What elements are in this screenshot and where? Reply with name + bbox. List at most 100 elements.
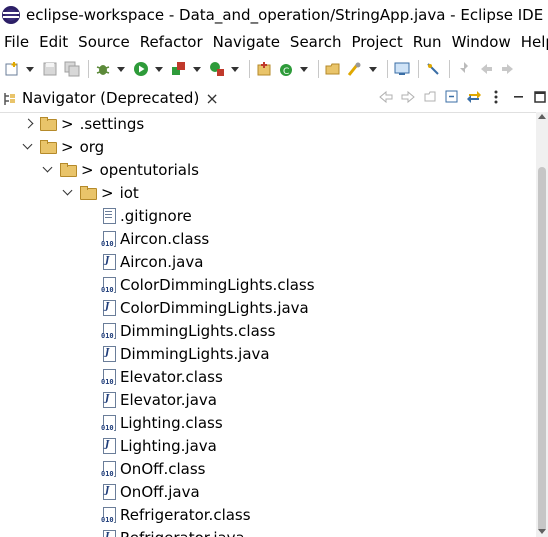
tree-item-label: DimmingLights.java [120, 344, 270, 363]
link-with-editor-icon[interactable] [466, 89, 482, 105]
run-icon[interactable] [133, 61, 149, 77]
new-dropdown-icon[interactable] [26, 66, 34, 72]
debug-dropdown-icon[interactable] [117, 66, 125, 72]
class-file-icon: 010 [101, 368, 116, 386]
maximize-icon[interactable] [532, 89, 548, 105]
class-file-icon: 010 [101, 460, 116, 478]
external-tools-icon[interactable] [209, 61, 225, 77]
tree-file-dimminglights-java[interactable]: J DimmingLights.java [102, 342, 270, 365]
tree-folder-org[interactable]: > org [22, 135, 104, 158]
scrollbar-thumb[interactable] [538, 167, 546, 532]
decoration-marker: > [101, 183, 114, 202]
external-tools-dropdown-icon[interactable] [231, 66, 239, 72]
search-icon[interactable] [347, 61, 363, 77]
debug-icon[interactable] [95, 61, 111, 77]
title-bar: eclipse-workspace - Data_and_operation/S… [0, 0, 548, 30]
tree-file-lighting-java[interactable]: J Lighting.java [102, 434, 217, 457]
tree-file-refrigerator-java[interactable]: J Refrigerator.java [102, 526, 245, 537]
back-arrow-icon[interactable] [378, 89, 394, 105]
tree-item-label: Refrigerator.class [120, 505, 251, 524]
menu-run[interactable]: Run [408, 33, 447, 51]
close-view-button[interactable]: × [205, 89, 218, 108]
chevron-down-icon[interactable] [22, 141, 34, 153]
tree-file-onoff-class[interactable]: 010 OnOff.class [101, 457, 206, 480]
go-up-icon[interactable] [422, 89, 438, 105]
menu-window[interactable]: Window [447, 33, 516, 51]
minimize-icon[interactable] [510, 89, 526, 105]
tree-file-onoff-java[interactable]: J OnOff.java [102, 480, 200, 503]
chevron-down-icon[interactable] [62, 187, 74, 199]
tree-file-lighting-class[interactable]: 010 Lighting.class [101, 411, 223, 434]
folder-icon [40, 117, 57, 131]
menu-help[interactable]: Help [516, 33, 548, 51]
forward-icon[interactable] [500, 61, 516, 77]
tree-item-label: .settings [79, 114, 145, 133]
tree-item-label: ColorDimmingLights.class [120, 275, 315, 294]
navigator-view-tab[interactable]: Navigator (Deprecated) [22, 89, 199, 107]
view-actions [372, 89, 548, 105]
coverage-dropdown-icon[interactable] [193, 66, 201, 72]
toggle-mark-icon[interactable] [425, 61, 441, 77]
open-type-icon[interactable] [325, 61, 341, 77]
menu-project[interactable]: Project [346, 33, 407, 51]
collapse-all-icon[interactable] [444, 89, 460, 105]
tree-item-label: Lighting.class [120, 413, 223, 432]
scroll-up-icon[interactable] [538, 114, 546, 119]
new-java-project-icon[interactable] [256, 61, 272, 77]
class-file-icon: 010 [101, 414, 116, 432]
tree-item-label: OnOff.class [120, 459, 206, 478]
search-dropdown-icon[interactable] [369, 66, 377, 72]
tree-file-aircon-class[interactable]: 010 Aircon.class [101, 227, 209, 250]
tree-item-label: Refrigerator.java [120, 529, 245, 537]
console-icon[interactable] [394, 61, 410, 77]
java-file-icon: J [102, 345, 116, 362]
save-all-icon[interactable] [64, 61, 80, 77]
menu-navigate[interactable]: Navigate [208, 33, 285, 51]
run-dropdown-icon[interactable] [155, 66, 163, 72]
scroll-down-icon[interactable] [538, 529, 546, 534]
tree-item-label: Lighting.java [120, 436, 217, 455]
tree-file-elevator-class[interactable]: 010 Elevator.class [101, 365, 223, 388]
toolbar-separator [387, 60, 388, 78]
menu-refactor[interactable]: Refactor [135, 33, 208, 51]
tree-item-label: opentutorials [99, 160, 199, 179]
menu-file[interactable]: File [0, 33, 34, 51]
java-file-icon: J [102, 529, 116, 537]
tree-folder-iot[interactable]: > iot [62, 181, 139, 204]
view-menu-icon[interactable] [488, 89, 504, 105]
save-icon[interactable] [42, 61, 58, 77]
new-class-dropdown-icon[interactable] [300, 66, 308, 72]
menu-edit[interactable]: Edit [34, 33, 73, 51]
back-icon[interactable] [478, 61, 494, 77]
tree-file-refrigerator-class[interactable]: 010 Refrigerator.class [101, 503, 251, 526]
class-file-icon: 010 [101, 230, 116, 248]
menu-source[interactable]: Source [73, 33, 135, 51]
tree-folder-settings[interactable]: > .settings [22, 112, 144, 135]
tree-folder-opentutorials[interactable]: > opentutorials [42, 158, 199, 181]
tree-file-gitignore[interactable]: .gitignore [102, 204, 192, 227]
new-icon[interactable] [4, 61, 20, 77]
folder-icon [80, 186, 97, 200]
pin-icon[interactable] [456, 61, 472, 77]
class-file-icon: 010 [101, 506, 116, 524]
tree-file-dimminglights-class[interactable]: 010 DimmingLights.class [101, 319, 275, 342]
java-file-icon: J [102, 483, 116, 500]
decoration-marker: > [81, 160, 94, 179]
navigator-tree: > .settings > org > opentutorials > iot … [0, 112, 536, 537]
tree-file-aircon-java[interactable]: J Aircon.java [102, 250, 203, 273]
new-class-icon[interactable]: C [278, 61, 294, 77]
class-file-icon: 010 [101, 276, 116, 294]
forward-arrow-icon[interactable] [400, 89, 416, 105]
chevron-down-icon[interactable] [42, 164, 54, 176]
tree-file-colordimminglights-class[interactable]: 010 ColorDimmingLights.class [101, 273, 315, 296]
vertical-scrollbar[interactable] [536, 112, 548, 537]
menu-search[interactable]: Search [285, 33, 347, 51]
window-title: eclipse-workspace - Data_and_operation/S… [26, 6, 544, 24]
toolbar-separator [88, 60, 89, 78]
coverage-icon[interactable] [171, 61, 187, 77]
tree-file-colordimminglights-java[interactable]: J ColorDimmingLights.java [102, 296, 309, 319]
chevron-right-icon[interactable] [22, 118, 34, 130]
tree-file-elevator-java[interactable]: J Elevator.java [102, 388, 217, 411]
java-file-icon: J [102, 391, 116, 408]
navigator-icon [3, 91, 17, 105]
